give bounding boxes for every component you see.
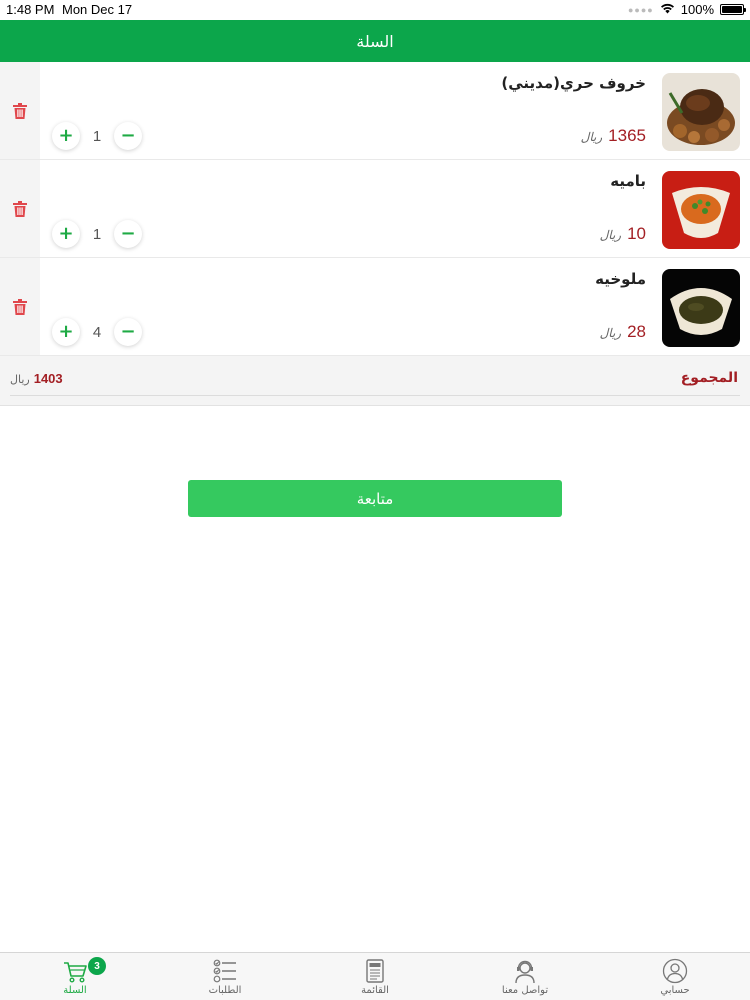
- quantity-value: 1: [92, 225, 102, 243]
- tab-orders[interactable]: الطلبات: [150, 953, 300, 1000]
- cart-item: باميه 10 ريال + 1 −: [0, 160, 750, 258]
- continue-button[interactable]: متابعة: [188, 480, 562, 517]
- item-name: ملوخيه: [595, 270, 646, 288]
- tab-label: القائمة: [361, 984, 389, 996]
- cart-item: ملوخيه 28 ريال + 4 −: [0, 258, 750, 356]
- total-label: المجموع: [680, 370, 738, 386]
- decrease-button[interactable]: −: [114, 318, 142, 346]
- checklist-icon: [213, 959, 236, 982]
- delete-area[interactable]: [0, 160, 40, 257]
- total-value: 1403: [33, 371, 63, 386]
- item-image-lamb: [662, 73, 740, 151]
- price-value: 1365: [608, 126, 646, 145]
- tab-account[interactable]: حسابي: [600, 953, 750, 1000]
- price-currency: ريال: [599, 326, 622, 340]
- status-date: Mon Dec 17: [62, 2, 133, 17]
- item-price: 28 ريال: [600, 322, 646, 342]
- header: السلة: [0, 20, 750, 62]
- price-value: 10: [627, 224, 646, 243]
- quantity-stepper: + 4 −: [52, 318, 142, 346]
- app-root: 1:48 PM Mon Dec 17 ●●●● 100% السلة خروف …: [0, 0, 750, 1000]
- cart-icon: [64, 961, 87, 983]
- divider: [10, 395, 740, 396]
- total-currency: ريال: [10, 373, 30, 386]
- tab-label: الطلبات: [208, 984, 242, 996]
- tab-contact[interactable]: تواصل معنا: [450, 953, 600, 1000]
- item-price: 10 ريال: [600, 224, 646, 244]
- item-price: 1365 ريال: [581, 126, 646, 146]
- increase-button[interactable]: +: [52, 220, 80, 248]
- price-currency: ريال: [599, 228, 622, 242]
- status-right: ●●●● 100%: [628, 2, 746, 17]
- price-currency: ريال: [580, 130, 603, 144]
- total-amount: 1403 ريال: [10, 371, 63, 386]
- page-title: السلة: [356, 31, 394, 51]
- battery-percent: 100%: [680, 2, 714, 17]
- user-icon: [662, 958, 688, 983]
- cart-total: المجموع 1403 ريال: [0, 356, 750, 406]
- price-value: 28: [627, 322, 646, 341]
- wifi-icon: [660, 2, 675, 17]
- trash-icon[interactable]: [13, 102, 27, 119]
- increase-button[interactable]: +: [52, 318, 80, 346]
- trash-icon[interactable]: [13, 200, 27, 217]
- decrease-button[interactable]: −: [114, 220, 142, 248]
- tab-label: تواصل معنا: [501, 984, 549, 996]
- quantity-stepper: + 1 −: [52, 122, 142, 150]
- delete-area[interactable]: [0, 258, 40, 355]
- status-bar: 1:48 PM Mon Dec 17 ●●●● 100%: [0, 0, 750, 20]
- tab-bar: 3 السلة الطلبات القائمة تواصل معنا حسابي: [0, 952, 750, 1000]
- support-agent-icon: [515, 960, 535, 983]
- increase-button[interactable]: +: [52, 122, 80, 150]
- status-time: 1:48 PM: [6, 2, 55, 17]
- item-name: خروف حري(مديني): [501, 74, 646, 92]
- signal-dots-icon: ●●●●: [628, 4, 654, 15]
- menu-book-icon: [366, 958, 384, 983]
- tab-label: السلة: [63, 984, 87, 996]
- cart-count-badge: 3: [88, 957, 106, 975]
- battery-icon: [720, 4, 746, 15]
- tab-cart[interactable]: 3 السلة: [0, 953, 150, 1000]
- item-name: باميه: [610, 172, 646, 190]
- item-image-okra: [662, 171, 740, 249]
- delete-area[interactable]: [0, 62, 40, 159]
- trash-icon[interactable]: [13, 298, 27, 315]
- decrease-button[interactable]: −: [114, 122, 142, 150]
- tab-label: حسابي: [660, 984, 690, 996]
- quantity-value: 4: [92, 323, 102, 341]
- cart-list: خروف حري(مديني) 1365 ريال + 1 − باميه 10…: [0, 62, 750, 356]
- quantity-value: 1: [92, 127, 102, 145]
- cart-item: خروف حري(مديني) 1365 ريال + 1 −: [0, 62, 750, 160]
- item-image-molokhia: [662, 269, 740, 347]
- tab-menu[interactable]: القائمة: [300, 953, 450, 1000]
- quantity-stepper: + 1 −: [52, 220, 142, 248]
